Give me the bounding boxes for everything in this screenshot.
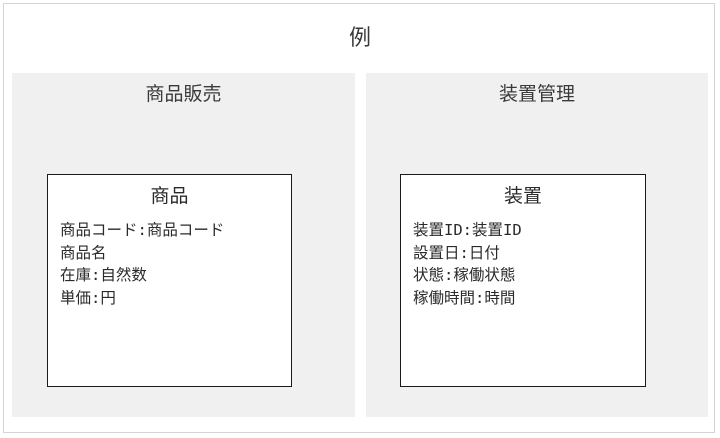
attribute-item: 装置ID:装置ID [413,221,522,239]
attribute-item: 在庫:自然数 [60,266,147,284]
attribute-item: 設置日:日付 [413,243,500,262]
attribute-item: 状態:稼働状態 [413,266,516,284]
context-label: 装置管理 [498,83,575,105]
entity-title: 商品 [150,185,189,207]
attribute-item: 稼働時間:時間 [413,288,516,307]
attribute-list: 装置ID:装置ID 設置日:日付 状態:稼働状態 稼働時間:時間 [413,219,522,309]
context-label: 商品販売 [145,83,222,105]
attribute-item: 商品名 [60,243,107,262]
diagram-title: 例 [348,26,371,51]
entity-device: 装置 装置ID:装置ID 設置日:日付 状態:稼働状態 稼働時間:時間 [400,174,646,387]
attribute-list: 商品コード:商品コード 商品名 在庫:自然数 単価:円 [60,219,224,309]
attribute-item: 商品コード:商品コード [60,221,225,239]
entity-product: 商品 商品コード:商品コード 商品名 在庫:自然数 単価:円 [47,174,292,387]
entity-title: 装置 [503,185,542,207]
attribute-item: 単価:円 [60,288,116,307]
